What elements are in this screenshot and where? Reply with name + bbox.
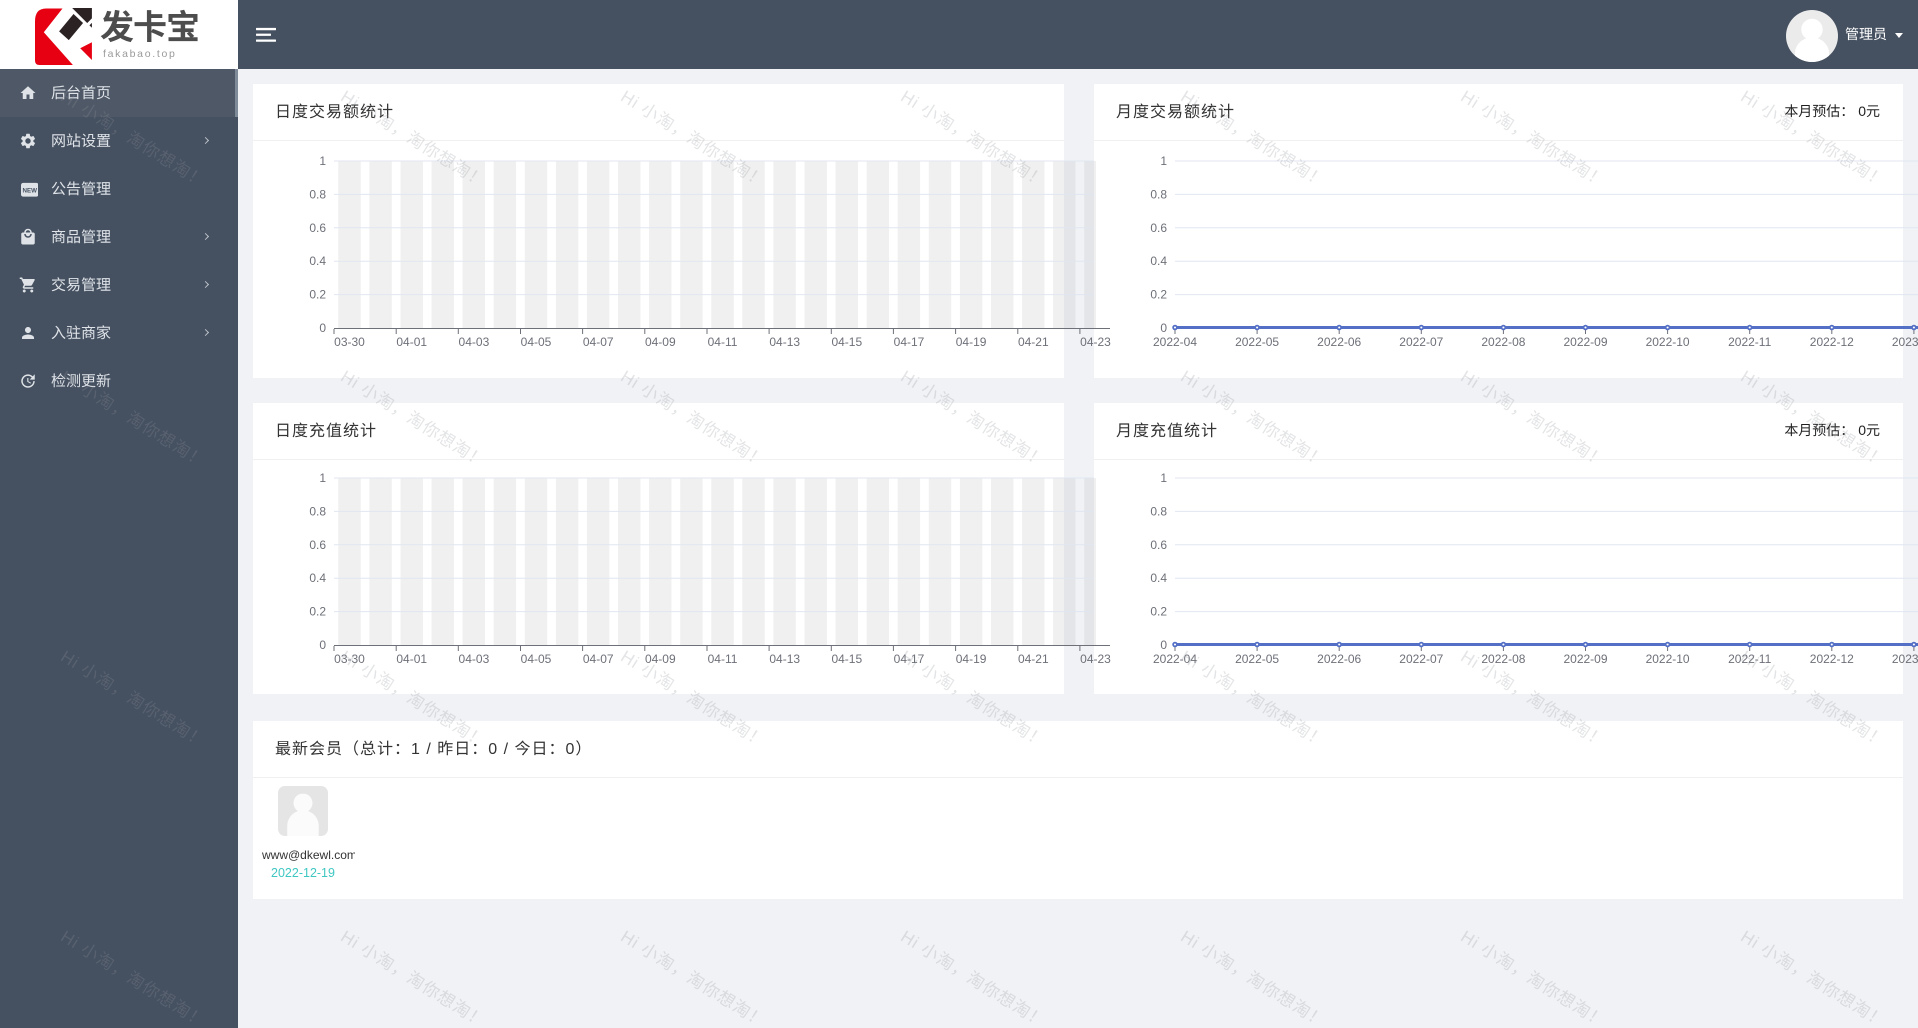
svg-text:NEW: NEW	[22, 188, 37, 195]
